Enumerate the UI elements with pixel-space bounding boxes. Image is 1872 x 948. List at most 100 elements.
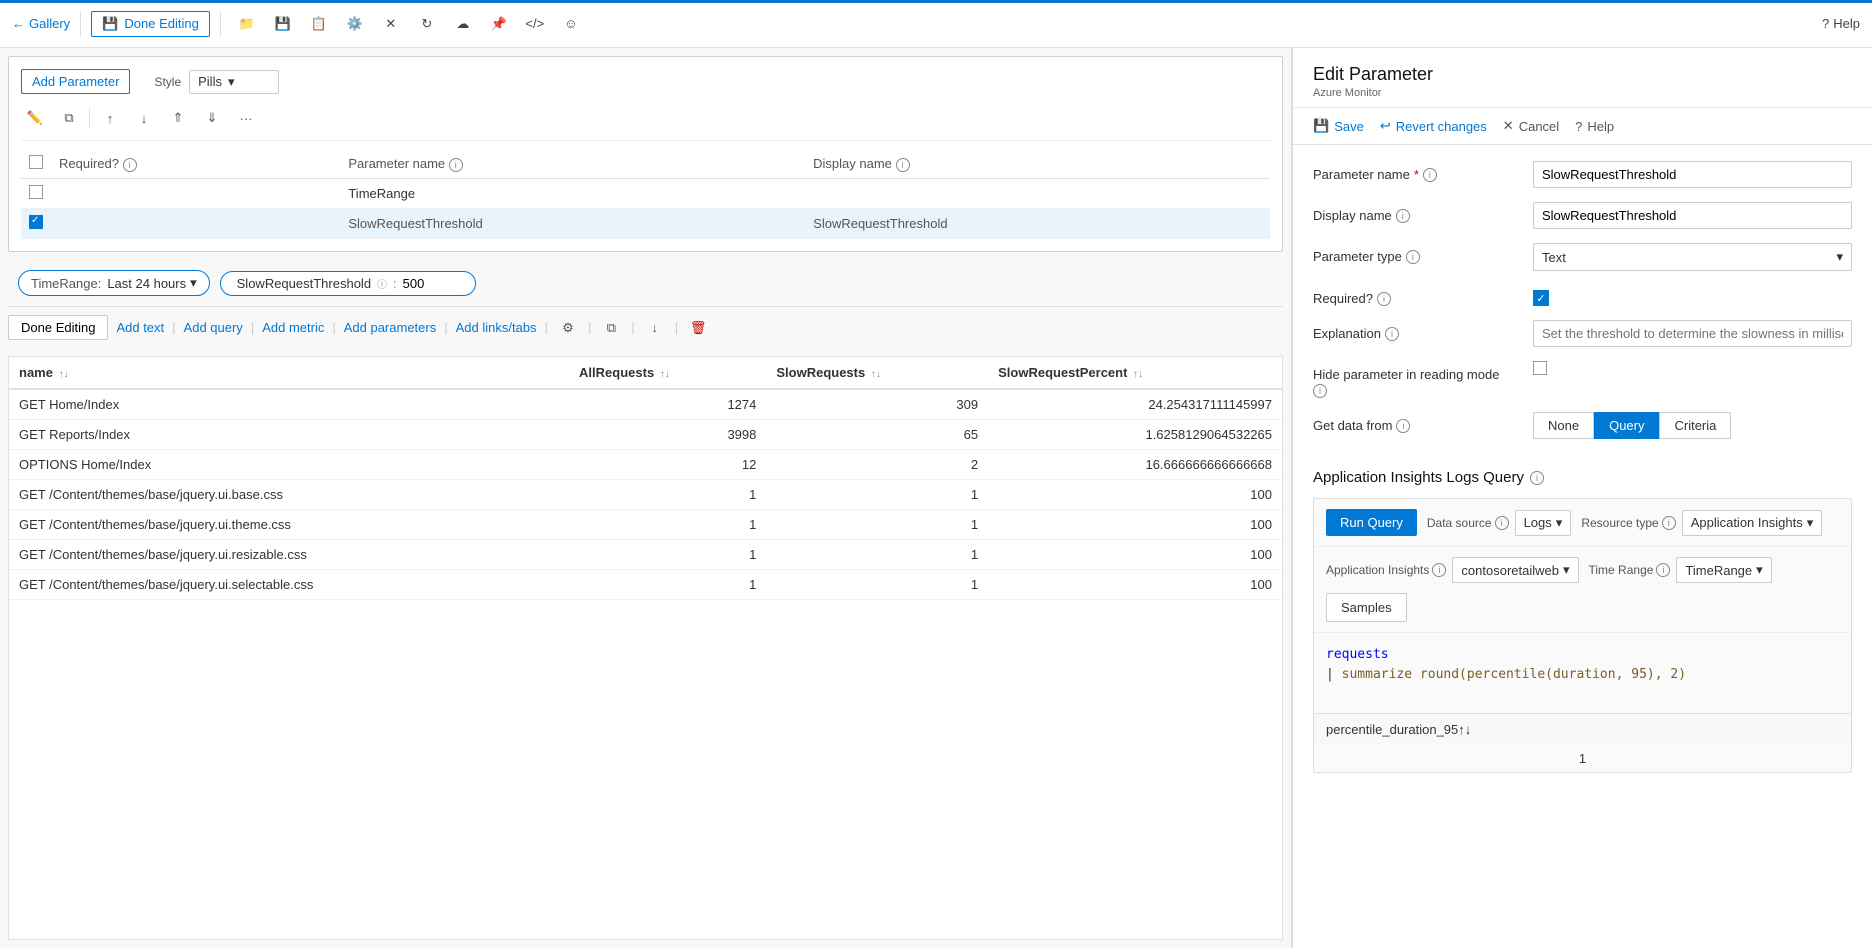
cell-slow: 2 — [766, 450, 988, 480]
query-row-2: Application Insights i contosoretailweb … — [1314, 547, 1851, 633]
table-row[interactable]: GET Reports/Index 3998 65 1.625812906453… — [9, 420, 1282, 450]
row-checkbox-1[interactable] — [29, 185, 43, 199]
help-label: Help — [1833, 16, 1860, 31]
move-up-button[interactable]: ↑ — [96, 104, 124, 132]
help-panel-button[interactable]: ? Help — [1575, 119, 1614, 134]
save-button[interactable]: 💾 Save — [1313, 118, 1364, 134]
table-row[interactable]: GET /Content/themes/base/jquery.ui.base.… — [9, 480, 1282, 510]
style-select[interactable]: Pills ▾ — [189, 70, 279, 94]
chevron-down-icon: ▾ — [1556, 515, 1563, 531]
resource-type-info: i — [1662, 516, 1676, 530]
col-slowpct-header[interactable]: SlowRequestPercent ↑↓ — [988, 357, 1282, 389]
select-all-checkbox[interactable] — [29, 155, 43, 169]
chevron-down-icon: ▾ — [1807, 515, 1814, 531]
edit-param-button[interactable]: ✏️ — [21, 104, 49, 132]
samples-button[interactable]: Samples — [1326, 593, 1407, 622]
code-icon-button[interactable]: </> — [519, 8, 551, 40]
add-links-link[interactable]: Add links/tabs — [456, 320, 537, 335]
revert-button[interactable]: ↩ Revert changes — [1380, 118, 1487, 134]
display-name-row: Display name i — [1313, 202, 1852, 229]
table-row[interactable]: GET /Content/themes/base/jquery.ui.selec… — [9, 570, 1282, 600]
time-range-qs-value: TimeRange — [1685, 563, 1752, 578]
gallery-label: Gallery — [29, 16, 70, 31]
delete-action-icon[interactable]: 🗑 — [686, 316, 710, 340]
resource-type-value: Application Insights — [1691, 515, 1803, 530]
time-range-qs-select[interactable]: TimeRange ▾ — [1676, 557, 1771, 583]
run-query-button[interactable]: Run Query — [1326, 509, 1417, 536]
copy-icon-button[interactable]: 📋 — [303, 8, 335, 40]
download-action-icon[interactable]: ↓ — [643, 316, 667, 340]
required-checkbox[interactable] — [1533, 290, 1549, 306]
done-editing-sm-button[interactable]: Done Editing — [8, 315, 108, 340]
cancel-button[interactable]: ✕ Cancel — [1503, 118, 1559, 134]
code-line-2: | summarize round(percentile(duration, 9… — [1326, 665, 1839, 685]
explanation-input[interactable] — [1533, 320, 1852, 347]
code-area[interactable]: requests | summarize round(percentile(du… — [1314, 633, 1851, 713]
col-allrequests-header[interactable]: AllRequests ↑↓ — [569, 357, 766, 389]
code-function: summarize round(percentile(duration, 95)… — [1342, 667, 1686, 682]
get-data-criteria[interactable]: Criteria — [1659, 412, 1731, 439]
move-bottom-button[interactable]: ⇓ — [198, 104, 226, 132]
time-range-pill[interactable]: TimeRange: Last 24 hours ▾ — [18, 270, 210, 296]
folder-icon-button[interactable]: 📁 — [231, 8, 263, 40]
display-name-info-icon: i — [896, 158, 910, 172]
param-type-select[interactable]: Text ▾ — [1533, 243, 1852, 271]
param-type-row: Parameter type i Text ▾ — [1313, 243, 1852, 271]
table-row[interactable]: TimeRange — [21, 179, 1270, 209]
col-slowrequests-header[interactable]: SlowRequests ↑↓ — [766, 357, 988, 389]
copy-action-icon[interactable]: ⧉ — [599, 316, 623, 340]
data-source-select[interactable]: Logs ▾ — [1515, 510, 1572, 536]
add-query-link[interactable]: Add query — [184, 320, 243, 335]
close-icon-button[interactable]: ✕ — [375, 8, 407, 40]
cloud-icon-button[interactable]: ☁ — [447, 8, 479, 40]
resource-type-select[interactable]: Application Insights ▾ — [1682, 510, 1823, 536]
table-row[interactable]: GET /Content/themes/base/jquery.ui.theme… — [9, 510, 1282, 540]
add-text-link[interactable]: Add text — [116, 320, 164, 335]
query-result-value: 1 — [1314, 745, 1851, 772]
param-name-input[interactable] — [1533, 161, 1852, 188]
time-range-group: Time Range i TimeRange ▾ — [1589, 557, 1772, 583]
row-checkbox-2[interactable] — [29, 215, 43, 229]
emoji-icon-button[interactable]: ☺ — [555, 8, 587, 40]
add-metric-link[interactable]: Add metric — [262, 320, 324, 335]
copy-param-button[interactable]: ⧉ — [55, 104, 83, 132]
get-data-query[interactable]: Query — [1594, 412, 1659, 439]
app-insights-label: Application Insights i — [1326, 563, 1446, 577]
right-panel: Edit Parameter Azure Monitor 💾 Save ↩ Re… — [1292, 48, 1872, 948]
params-config-panel: Add Parameter Style Pills ▾ ✏️ ⧉ ↑ ↓ ⇑ ⇓… — [8, 56, 1283, 252]
help-button[interactable]: ? Help — [1822, 16, 1860, 31]
slow-request-pill[interactable]: SlowRequestThreshold ⓘ : — [220, 271, 476, 296]
hide-param-label: Hide parameter in reading mode — [1313, 367, 1499, 382]
add-parameter-button[interactable]: Add Parameter — [21, 69, 130, 94]
move-top-button[interactable]: ⇑ — [164, 104, 192, 132]
done-editing-sm-label: Done Editing — [21, 320, 95, 335]
hide-param-checkbox[interactable] — [1533, 361, 1547, 375]
col-name-header[interactable]: name ↑↓ — [9, 357, 569, 389]
refresh-icon-button[interactable]: ↻ — [411, 8, 443, 40]
table-row[interactable]: SlowRequestThreshold SlowRequestThreshol… — [21, 209, 1270, 239]
sep1: | — [172, 320, 175, 335]
display-name-input[interactable] — [1533, 202, 1852, 229]
more-options-button[interactable]: ··· — [232, 104, 260, 132]
select-all-header — [21, 149, 51, 179]
get-data-none[interactable]: None — [1533, 412, 1594, 439]
table-row[interactable]: GET /Content/themes/base/jquery.ui.resiz… — [9, 540, 1282, 570]
pin-icon-button[interactable]: 📌 — [483, 8, 515, 40]
param-type-control: Text ▾ — [1533, 243, 1852, 271]
save-icon-button[interactable]: 💾 — [267, 8, 299, 40]
display-name-header-label: Display name — [813, 156, 892, 171]
table-row[interactable]: OPTIONS Home/Index 12 2 16.6666666666666… — [9, 450, 1282, 480]
settings-action-icon[interactable]: ⚙ — [556, 316, 580, 340]
slow-req-input[interactable] — [403, 276, 463, 291]
app-insights-select[interactable]: contosoretailweb ▾ — [1452, 557, 1578, 583]
param-name-row: Parameter name * i — [1313, 161, 1852, 188]
table-row[interactable]: GET Home/Index 1274 309 24.2543171111459… — [9, 389, 1282, 420]
time-range-value-text: Last 24 hours — [107, 276, 186, 291]
done-editing-button[interactable]: 💾 Done Editing — [91, 11, 210, 37]
add-parameters-link[interactable]: Add parameters — [344, 320, 437, 335]
required-field-label: Required? i — [1313, 285, 1533, 306]
move-down-button[interactable]: ↓ — [130, 104, 158, 132]
settings-icon-button[interactable]: ⚙️ — [339, 8, 371, 40]
data-table-wrapper: name ↑↓ AllRequests ↑↓ SlowRequests ↑↓ S… — [8, 356, 1283, 940]
gallery-back-button[interactable]: ← Gallery — [12, 16, 70, 31]
